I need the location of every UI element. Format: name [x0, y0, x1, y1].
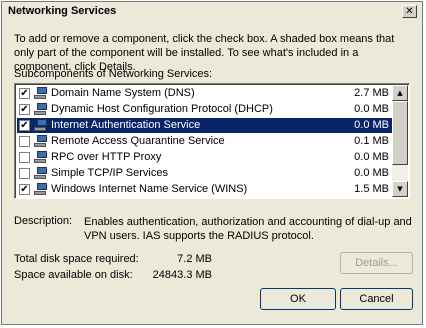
- scroll-thumb[interactable]: [392, 101, 408, 165]
- checkbox[interactable]: ✔: [19, 104, 30, 115]
- item-name: RPC over HTTP Proxy: [51, 151, 162, 163]
- title-bar: Networking Services ✕: [2, 2, 422, 22]
- scroll-up-icon[interactable]: ▲: [392, 85, 408, 101]
- list-item[interactable]: Simple TCP/IP Services 0.0 MB: [17, 166, 395, 181]
- computer-icon: [34, 87, 48, 100]
- subcomponents-label: Subcomponents of Networking Services:: [14, 68, 213, 80]
- computer-icon: [34, 135, 48, 148]
- computer-icon: [34, 183, 48, 196]
- networking-services-dialog: Networking Services ✕ To add or remove a…: [1, 1, 423, 325]
- subcomponents-list[interactable]: ✔ Domain Name System (DNS) 2.7 MB ✔ Dynamic …: [14, 83, 410, 199]
- item-size: 0.0 MB: [354, 151, 389, 163]
- details-button[interactable]: Details...: [340, 252, 413, 274]
- disk-required-label: Total disk space required:: [14, 253, 139, 265]
- item-size: 2.7 MB: [354, 87, 389, 99]
- computer-icon: [34, 151, 48, 164]
- description-label: Description:: [14, 215, 73, 227]
- item-name: Remote Access Quarantine Service: [51, 135, 225, 147]
- disk-available-value: 24843.3 MB: [152, 269, 212, 281]
- disk-required-value: 7.2 MB: [177, 253, 212, 265]
- checkbox[interactable]: [19, 152, 30, 163]
- disk-available-label: Space available on disk:: [14, 269, 133, 281]
- item-size: 1.5 MB: [354, 183, 389, 195]
- item-size: 0.0 MB: [354, 103, 389, 115]
- checkbox[interactable]: ✔: [19, 88, 30, 99]
- list-item[interactable]: ✔ Domain Name System (DNS) 2.7 MB: [17, 86, 395, 101]
- item-name: Dynamic Host Configuration Protocol (DHC…: [51, 103, 273, 115]
- item-name: Simple TCP/IP Services: [51, 167, 168, 179]
- item-size: 0.0 MB: [354, 119, 389, 131]
- item-size: 0.0 MB: [354, 167, 389, 179]
- vertical-scrollbar[interactable]: ▲ ▼: [392, 85, 408, 197]
- list-item[interactable]: ✔ Internet Authentication Service 0.0 MB: [17, 118, 395, 133]
- checkbox[interactable]: ✔: [19, 184, 30, 195]
- description-text: Enables authentication, authorization an…: [84, 216, 412, 242]
- item-size: 0.1 MB: [354, 135, 389, 147]
- checkbox[interactable]: [19, 168, 30, 179]
- dialog-title: Networking Services: [8, 5, 117, 17]
- checkbox[interactable]: ✔: [19, 120, 30, 131]
- ok-button[interactable]: OK: [260, 288, 336, 310]
- scroll-down-icon[interactable]: ▼: [392, 181, 408, 197]
- item-name: Internet Authentication Service: [51, 119, 201, 131]
- checkbox[interactable]: [19, 136, 30, 147]
- cancel-button[interactable]: Cancel: [340, 288, 413, 310]
- list-item[interactable]: Remote Access Quarantine Service 0.1 MB: [17, 134, 395, 149]
- list-item[interactable]: ✔ Dynamic Host Configuration Protocol (DH…: [17, 102, 395, 117]
- item-name: Windows Internet Name Service (WINS): [51, 183, 248, 195]
- computer-icon: [34, 103, 48, 116]
- list-item[interactable]: ✔ Windows Internet Name Service (WINS) 1.5…: [17, 182, 395, 197]
- computer-icon: [34, 167, 48, 180]
- close-icon[interactable]: ✕: [402, 5, 417, 18]
- computer-icon: [34, 119, 48, 132]
- item-name: Domain Name System (DNS): [51, 87, 195, 99]
- list-item[interactable]: RPC over HTTP Proxy 0.0 MB: [17, 150, 395, 165]
